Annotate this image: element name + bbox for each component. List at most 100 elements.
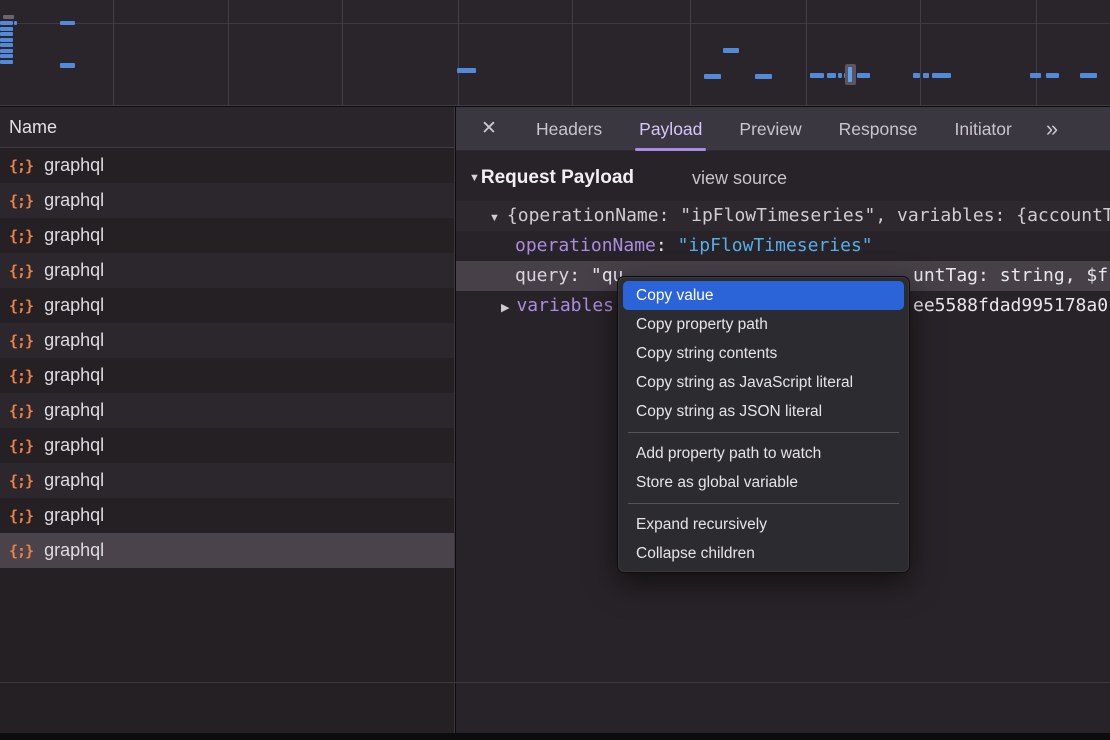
request-name: graphql xyxy=(44,540,104,561)
menu-item-copy-string-as-json-literal[interactable]: Copy string as JSON literal xyxy=(623,397,904,426)
tab-headers[interactable]: Headers xyxy=(536,107,602,151)
expand-icon[interactable]: ▶ xyxy=(501,293,509,323)
overview-gridline xyxy=(113,0,114,105)
request-name: graphql xyxy=(44,435,104,456)
table-row[interactable]: {;}graphql xyxy=(0,323,454,358)
overview-bar xyxy=(14,21,17,25)
overview-bar xyxy=(0,21,13,25)
section-collapse-icon[interactable]: ▼ xyxy=(469,172,480,184)
request-name: graphql xyxy=(44,155,104,176)
property-key: operationName xyxy=(515,235,656,256)
request-name: graphql xyxy=(44,190,104,211)
table-row[interactable]: {;} graphql xyxy=(0,288,454,323)
overview-bar xyxy=(857,73,870,78)
overview-bar xyxy=(838,73,842,78)
menu-item-copy-property-path[interactable]: Copy property path xyxy=(623,310,904,339)
bottom-divider xyxy=(0,682,1110,683)
overview-row-divider xyxy=(0,23,1110,24)
collapse-icon[interactable]: ▼ xyxy=(489,203,500,233)
table-row[interactable]: {;}graphql xyxy=(0,253,454,288)
table-row[interactable]: {;} graphql xyxy=(0,183,454,218)
table-row[interactable]: {;} graphql xyxy=(0,428,454,463)
tab-initiator[interactable]: Initiator xyxy=(954,107,1011,151)
menu-item-collapse-children[interactable]: Collapse children xyxy=(623,539,904,568)
table-row[interactable]: {;} graphql xyxy=(0,463,454,498)
table-row[interactable]: {;} graphql xyxy=(0,358,454,393)
overview-gridline xyxy=(342,0,343,105)
overview-bar xyxy=(723,48,739,53)
overview-bar xyxy=(827,73,836,78)
payload-root-row[interactable]: ▼{operationName: "ipFlowTimeseries", var… xyxy=(456,201,1110,231)
close-icon[interactable]: ✕ xyxy=(479,117,499,140)
json-braces-icon: {;} xyxy=(9,437,33,455)
table-row[interactable]: {;} graphql xyxy=(0,148,454,183)
menu-item-store-as-global-variable[interactable]: Store as global variable xyxy=(623,468,904,497)
more-tabs-icon[interactable]: » xyxy=(1046,116,1058,142)
detail-tabs: Headers Payload Preview Response Initiator xyxy=(499,107,1012,151)
detail-tab-bar: ✕ Headers Payload Preview Response Initiator… xyxy=(456,107,1110,151)
overview-selected-request-marker xyxy=(845,64,856,85)
overview-bar xyxy=(923,73,929,78)
overview-bar xyxy=(60,63,75,68)
table-row[interactable]: {;}graphql xyxy=(0,218,454,253)
request-name: graphql xyxy=(44,400,104,421)
table-row[interactable]: {;}graphql xyxy=(0,498,454,533)
overview-bar xyxy=(457,68,476,73)
overview-bar xyxy=(1030,73,1041,78)
json-braces-icon: {;} xyxy=(9,367,33,385)
json-braces-icon: {;} xyxy=(9,192,33,210)
overview-gridline xyxy=(806,0,807,105)
overview-bar xyxy=(913,73,920,78)
menu-item-copy-string-contents[interactable]: Copy string contents xyxy=(623,339,904,368)
tab-preview[interactable]: Preview xyxy=(739,107,801,151)
overview-bar xyxy=(60,21,75,25)
menu-item-copy-value[interactable]: Copy value xyxy=(623,281,904,310)
window-bottom-bar xyxy=(0,733,1110,740)
overview-gridline xyxy=(920,0,921,105)
json-braces-icon: {;} xyxy=(9,297,33,315)
json-braces-icon: {;} xyxy=(9,472,33,490)
network-request-list-pane: Name {;} graphql {;} graphql {;} graphql {;} gr… xyxy=(0,107,455,733)
json-braces-icon: {;} xyxy=(9,157,33,175)
request-name: graphql xyxy=(44,470,104,491)
overview-marker-bar xyxy=(848,67,852,82)
overview-gridline xyxy=(458,0,459,105)
network-overview-timeline[interactable] xyxy=(0,0,1110,106)
overview-bar xyxy=(0,27,13,31)
table-row[interactable]: {;}graphql xyxy=(0,533,454,568)
table-row[interactable]: {;}graphql xyxy=(0,393,454,428)
overview-bar xyxy=(755,74,772,79)
overview-bar xyxy=(932,73,951,78)
overview-bar xyxy=(3,15,14,19)
overview-bar xyxy=(1080,73,1097,78)
view-source-link[interactable]: view source xyxy=(692,168,787,189)
overview-bar xyxy=(810,73,824,78)
menu-item-expand-recursively[interactable]: Expand recursively xyxy=(623,510,904,539)
overview-gridline xyxy=(690,0,691,105)
overview-gridline xyxy=(1036,0,1037,105)
overview-bar xyxy=(0,49,13,53)
property-key: variables xyxy=(516,295,614,316)
section-title: Request Payload xyxy=(481,167,634,189)
request-name: graphql xyxy=(44,365,104,386)
key-separator: : xyxy=(656,235,678,256)
name-column-header[interactable]: Name xyxy=(0,107,454,148)
menu-separator xyxy=(628,503,899,504)
property-value-right: untTag: string, $f xyxy=(913,261,1108,291)
tab-payload[interactable]: Payload xyxy=(639,107,702,151)
request-name: graphql xyxy=(44,225,104,246)
menu-separator xyxy=(628,432,899,433)
overview-gridline xyxy=(572,0,573,105)
overview-gridline xyxy=(228,0,229,105)
overview-bar xyxy=(704,74,721,79)
overview-bar xyxy=(0,60,13,64)
payload-operation-name-row[interactable]: operationName: "ipFlowTimeseries" xyxy=(456,231,1110,261)
tab-response[interactable]: Response xyxy=(839,107,918,151)
request-payload-section-header[interactable]: ▼ Request Payload view source xyxy=(456,164,1110,192)
property-key: query xyxy=(515,265,569,286)
request-name: graphql xyxy=(44,295,104,316)
menu-item-copy-string-as-javascript-literal[interactable]: Copy string as JavaScript literal xyxy=(623,368,904,397)
menu-item-add-property-path-to-watch[interactable]: Add property path to watch xyxy=(623,439,904,468)
request-name: graphql xyxy=(44,260,104,281)
request-name: graphql xyxy=(44,505,104,526)
